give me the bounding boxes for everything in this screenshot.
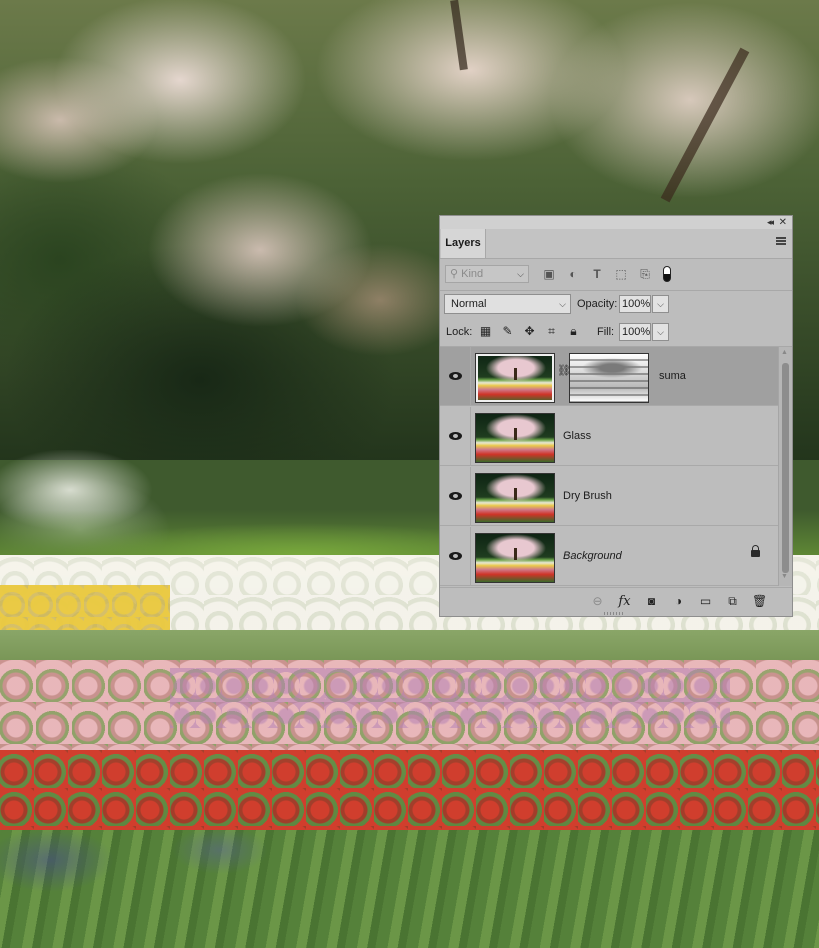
visibility-toggle[interactable] xyxy=(440,407,471,465)
lock-row: Lock: ▦ ✎ ✥ ⌗ 🔒︎ Fill: 100% ⌵ xyxy=(440,319,792,347)
chevron-down-icon: ⌵ xyxy=(559,299,566,309)
filter-kind-label: Kind xyxy=(461,268,484,280)
panel-resize-grip[interactable] xyxy=(604,612,624,615)
image-filter-icon[interactable]: ▣ xyxy=(542,267,556,281)
filter-toggle-icon[interactable] xyxy=(663,266,671,282)
panel-title-bar[interactable]: ◂◂ ✕ xyxy=(440,216,792,229)
collapse-panel-icon[interactable]: ◂◂ xyxy=(767,216,774,229)
adjustment-filter-icon[interactable]: ◐ xyxy=(566,267,580,281)
layers-panel: ◂◂ ✕ Layers ⚲ Kind ⌵ ▣ ◐ T ⬚ ⎘ Normal ⌵ … xyxy=(439,215,793,617)
layer-lock-icon[interactable] xyxy=(751,545,760,557)
adjustment-layer-icon[interactable]: ◑ xyxy=(671,594,686,609)
new-layer-icon[interactable]: ⧉ xyxy=(725,594,740,609)
search-icon: ⚲ xyxy=(450,268,462,280)
layer-thumbnail[interactable] xyxy=(475,473,555,523)
visibility-toggle[interactable] xyxy=(440,467,471,525)
fill-label: Fill: xyxy=(597,326,615,338)
close-icon[interactable]: ✕ xyxy=(779,216,787,229)
eye-icon[interactable] xyxy=(449,552,462,560)
lock-transparent-pixels-icon[interactable]: ▦ xyxy=(478,324,493,339)
visibility-toggle[interactable] xyxy=(440,347,471,405)
blend-mode-select[interactable]: Normal ⌵ xyxy=(444,294,571,314)
layer-list-scrollbar[interactable]: ▲ ▼ xyxy=(778,347,792,586)
layer-thumbnail[interactable] xyxy=(475,533,555,583)
layer-row-glass[interactable]: Glass xyxy=(440,407,778,466)
eye-icon[interactable] xyxy=(449,432,462,440)
layer-filter-row: ⚲ Kind ⌵ ▣ ◐ T ⬚ ⎘ xyxy=(440,259,792,291)
filter-kind-select[interactable]: ⚲ Kind ⌵ xyxy=(445,265,529,283)
eye-icon[interactable] xyxy=(449,372,462,380)
layer-row-suma[interactable]: ⛓ suma xyxy=(440,347,778,406)
delete-layer-icon[interactable]: 🗑︎ xyxy=(752,594,767,609)
scroll-down-icon[interactable]: ▼ xyxy=(781,573,788,580)
lock-position-icon[interactable]: ✥ xyxy=(522,324,537,339)
layer-row-dry-brush[interactable]: Dry Brush xyxy=(440,467,778,526)
lock-artboard-icon[interactable]: ⌗ xyxy=(544,324,559,339)
layer-row-background[interactable]: Background xyxy=(440,527,778,586)
link-layers-icon[interactable]: ⊖ xyxy=(590,594,605,609)
opacity-dropdown-button[interactable]: ⌵ xyxy=(652,295,669,313)
tab-layers[interactable]: Layers xyxy=(441,229,486,258)
scroll-thumb[interactable] xyxy=(782,363,789,573)
type-filter-icon[interactable]: T xyxy=(590,267,604,281)
layer-thumbnail[interactable] xyxy=(475,353,555,403)
opacity-label: Opacity: xyxy=(577,298,618,310)
opacity-field[interactable]: 100% xyxy=(619,295,651,313)
mask-link-icon[interactable]: ⛓ xyxy=(557,366,571,383)
blend-mode-value: Normal xyxy=(451,298,487,310)
layer-list: ⛓ suma Glass Dry Brush Background xyxy=(440,347,778,586)
purple-flower-patch xyxy=(170,668,730,728)
visibility-toggle[interactable] xyxy=(440,527,471,585)
scroll-up-icon[interactable]: ▲ xyxy=(781,349,788,356)
panel-menu-icon[interactable] xyxy=(776,237,786,245)
chevron-down-icon: ⌵ xyxy=(517,269,524,279)
layer-name[interactable]: suma xyxy=(659,370,686,382)
layer-mask-thumbnail[interactable] xyxy=(569,353,649,403)
layer-thumbnail[interactable] xyxy=(475,413,555,463)
lock-label: Lock: xyxy=(446,326,473,338)
fx-icon[interactable]: fx xyxy=(617,594,632,609)
eye-icon[interactable] xyxy=(449,492,462,500)
layer-name[interactable]: Dry Brush xyxy=(563,490,612,502)
red-tulip-row xyxy=(0,750,819,840)
panel-tab-bar: Layers xyxy=(440,229,792,259)
fill-field[interactable]: 100% xyxy=(619,323,651,341)
new-group-icon[interactable]: ▭ xyxy=(698,594,713,609)
lock-image-pixels-icon[interactable]: ✎ xyxy=(500,324,515,339)
layer-name[interactable]: Glass xyxy=(563,430,591,442)
layer-name[interactable]: Background xyxy=(563,550,622,562)
smart-object-filter-icon[interactable]: ⎘ xyxy=(638,267,652,281)
lock-all-icon[interactable]: 🔒︎ xyxy=(566,324,581,339)
shape-filter-icon[interactable]: ⬚ xyxy=(614,267,628,281)
fill-dropdown-button[interactable]: ⌵ xyxy=(652,323,669,341)
foreground-foliage xyxy=(0,830,819,948)
add-mask-icon[interactable]: ◙ xyxy=(644,594,659,609)
blend-row: Normal ⌵ Opacity: 100% ⌵ xyxy=(440,291,792,318)
